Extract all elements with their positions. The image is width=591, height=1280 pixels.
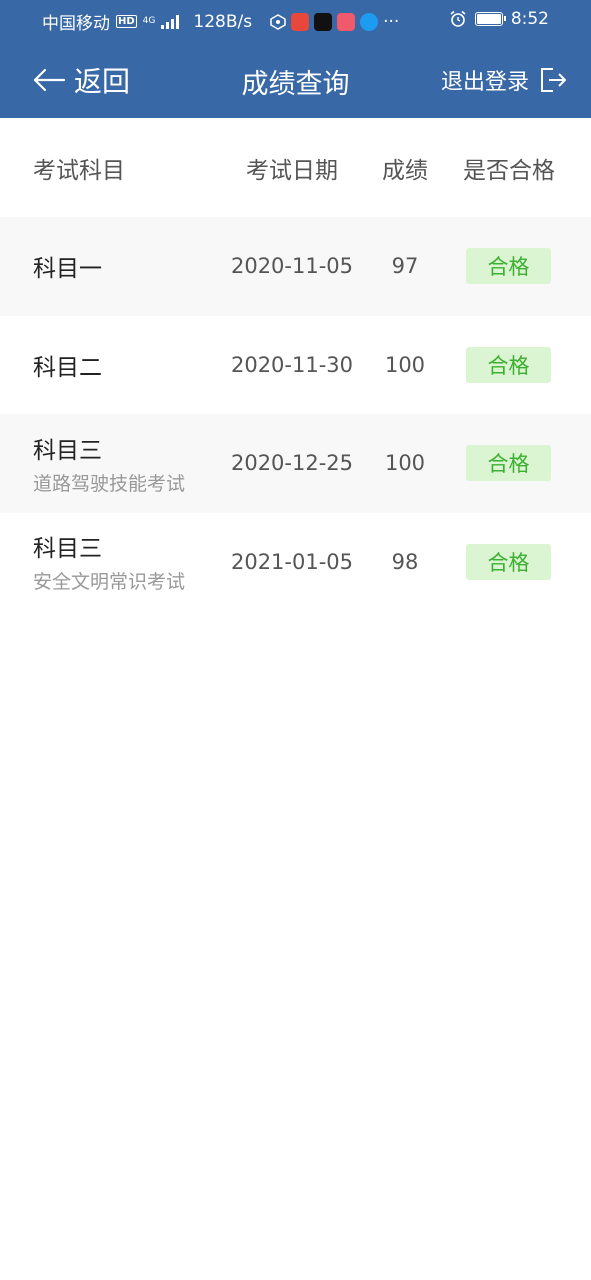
- hd-icon: HD: [116, 15, 137, 28]
- pass-badge: 合格: [466, 445, 551, 481]
- logout-button[interactable]: 退出登录: [441, 64, 567, 96]
- exam-date: 2020-11-30: [230, 352, 354, 377]
- status-right: 8:52: [449, 9, 549, 29]
- subject-cell: 科目一: [33, 217, 102, 316]
- subject-name: 科目三: [33, 536, 102, 563]
- pass-badge: 合格: [466, 346, 551, 383]
- table-row: 科目一 2020-11-05 97 合格: [0, 217, 591, 316]
- pass-badge: 合格: [466, 543, 551, 580]
- exam-score: 100: [384, 451, 426, 476]
- tiktok-icon: [314, 12, 333, 31]
- exam-score: 100: [384, 352, 426, 377]
- network-type: 4G: [142, 16, 156, 26]
- logout-label: 退出登录: [440, 70, 529, 95]
- arrow-left-icon: [33, 68, 66, 92]
- app-notification-icon: [291, 12, 310, 31]
- nav-bar: 返回 成绩查询 退出登录: [0, 40, 591, 118]
- header-subject: 考试科目: [33, 157, 125, 184]
- signal-icon: [161, 14, 180, 29]
- header-date: 考试日期: [246, 157, 338, 184]
- subject-cell: 科目三 道路驾驶技能考试: [33, 414, 185, 513]
- subject-subtitle: 安全文明常识考试: [33, 571, 186, 594]
- network-speed: 128B/s: [193, 11, 253, 32]
- battery-icon: [474, 12, 506, 26]
- back-label: 返回: [74, 65, 131, 98]
- exam-score: 98: [391, 549, 419, 574]
- subject-name: 科目三: [33, 437, 102, 464]
- notification-icons: ···: [270, 12, 399, 32]
- subject-cell: 科目二: [33, 316, 102, 415]
- app-notification-icon: [337, 12, 356, 31]
- subject-cell: 科目三 安全文明常识考试: [33, 513, 185, 612]
- subject-subtitle: 道路驾驶技能考试: [33, 472, 186, 495]
- nfc-icon: [270, 13, 286, 30]
- clock: 8:52: [510, 9, 549, 29]
- exam-date: 2020-11-05: [230, 254, 354, 279]
- subject-name: 科目一: [33, 256, 102, 283]
- browser-icon: [360, 12, 379, 31]
- header-pass: 是否合格: [463, 157, 555, 184]
- carrier-name: 中国移动: [42, 14, 110, 34]
- status-bar: 中国移动 HD 4G 128B/s ··· 8:52: [0, 0, 591, 40]
- table-header: 考试科目 考试日期 成绩 是否合格: [0, 118, 591, 217]
- exam-date: 2021-01-05: [230, 549, 354, 574]
- alarm-icon: [450, 10, 466, 27]
- more-notifications-icon: ···: [383, 11, 400, 32]
- header-score: 成绩: [382, 157, 428, 184]
- subject-name: 科目二: [33, 354, 102, 381]
- pass-badge: 合格: [466, 248, 551, 284]
- table-row: 科目三 安全文明常识考试 2021-01-05 98 合格: [0, 513, 591, 612]
- table-row: 科目三 道路驾驶技能考试 2020-12-25 100 合格: [0, 414, 591, 513]
- back-button[interactable]: 返回: [32, 60, 130, 100]
- table-row: 科目二 2020-11-30 100 合格: [0, 316, 591, 415]
- results-list: 科目一 2020-11-05 97 合格 科目二 2020-11-30 100 …: [0, 217, 591, 611]
- exam-score: 97: [391, 254, 419, 279]
- exam-date: 2020-12-25: [230, 451, 354, 476]
- logout-icon: [541, 68, 566, 92]
- status-left: 中国移动 HD 4G 128B/s ···: [42, 9, 399, 35]
